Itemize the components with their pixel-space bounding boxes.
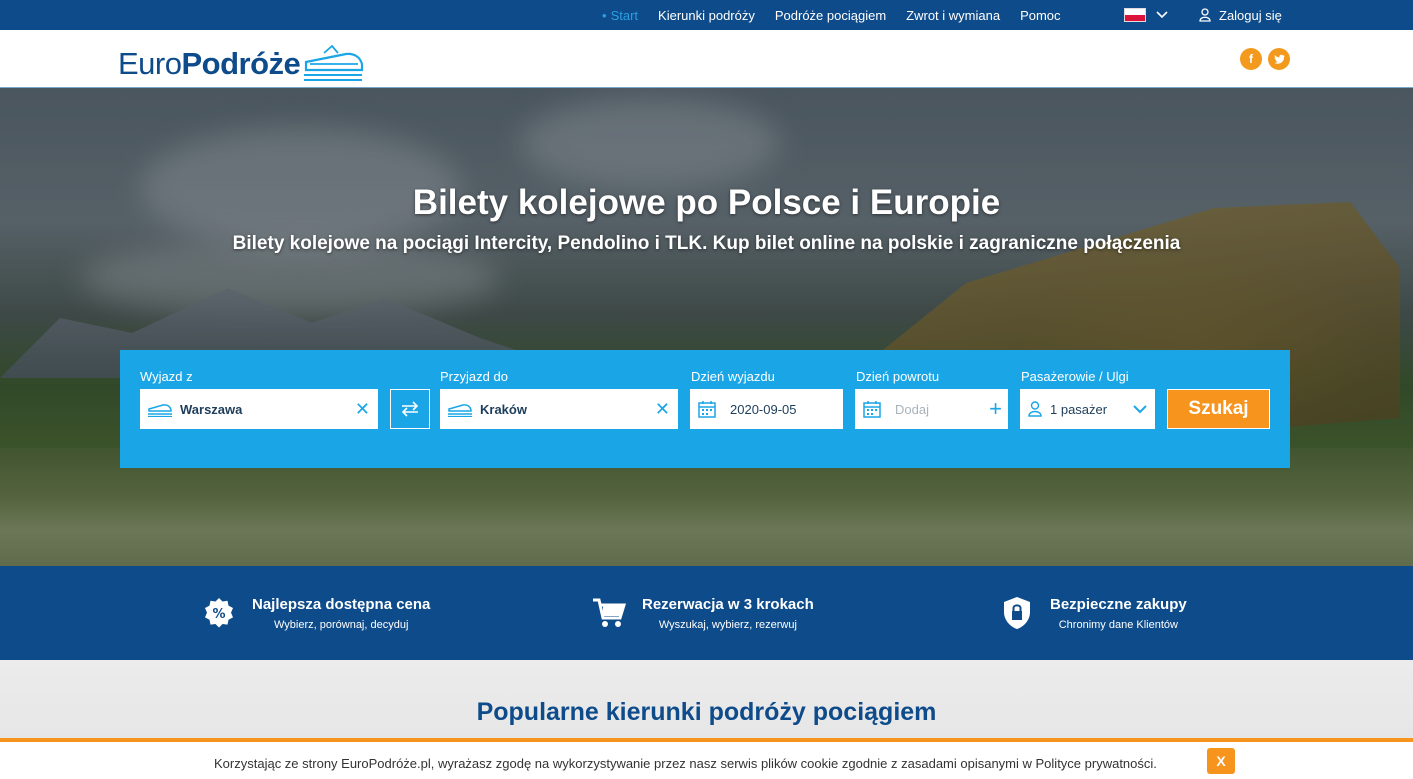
feature-title: Rezerwacja w 3 krokach	[642, 595, 814, 613]
chevron-down-icon	[1133, 404, 1147, 414]
from-field[interactable]: Warszawa ✕	[140, 389, 378, 429]
user-icon	[1028, 401, 1042, 417]
svg-text:%: %	[212, 607, 225, 622]
top-nav: Start Kierunki podróży Podróże pociągiem…	[602, 0, 1081, 30]
shield-lock-icon	[998, 594, 1036, 632]
site-logo[interactable]: Euro Podróże	[118, 44, 364, 82]
feature-3-steps: Rezerwacja w 3 krokach Wyszukaj, wybierz…	[590, 566, 814, 660]
calendar-icon	[698, 400, 716, 418]
calendar-icon	[863, 400, 881, 418]
feature-subtitle: Chronimy dane Klientów	[1058, 618, 1178, 631]
nav-pomoc[interactable]: Pomoc	[1020, 8, 1060, 23]
swap-stations-button[interactable]	[390, 389, 430, 429]
depart-date-value: 2020-09-05	[730, 401, 797, 417]
user-icon	[1199, 8, 1211, 22]
chevron-down-icon[interactable]	[1155, 7, 1169, 24]
train-icon	[448, 401, 472, 417]
percent-badge-icon: %	[200, 594, 238, 632]
from-value: Warszawa	[180, 401, 243, 417]
to-field[interactable]: Kraków ✕	[440, 389, 678, 429]
train-icon	[148, 401, 172, 417]
depart-date-field[interactable]: 2020-09-05	[690, 389, 843, 429]
return-date-field[interactable]: Dodaj +	[855, 389, 1008, 429]
to-label: Przyjazd do	[440, 369, 508, 384]
cookie-text: Korzystając ze strony EuroPodróże.pl, wy…	[214, 756, 1157, 771]
hero-banner: Bilety kolejowe po Polsce i Europie Bile…	[0, 88, 1413, 566]
facebook-icon[interactable]: f	[1240, 48, 1262, 70]
site-header: Euro Podróże f	[0, 30, 1413, 88]
nav-podroze[interactable]: Podróże pociągiem	[775, 8, 886, 23]
swap-icon	[401, 401, 419, 417]
login-link[interactable]: Zaloguj się	[1199, 0, 1282, 30]
feature-title: Bezpieczne zakupy	[1050, 595, 1187, 613]
passengers-select[interactable]: 1 pasażer	[1020, 389, 1155, 429]
return-label: Dzień powrotu	[856, 369, 940, 384]
clear-to-icon[interactable]: ✕	[655, 399, 670, 420]
language-flag-pl[interactable]	[1124, 8, 1146, 22]
logo-text-podroze: Podróże	[181, 46, 301, 81]
nav-start[interactable]: Start	[602, 8, 638, 23]
cookie-close-button[interactable]: X	[1207, 748, 1235, 774]
popular-title: Popularne kierunki podróży pociągiem	[476, 698, 937, 726]
search-panel: Wyjazd z Warszawa ✕ Przyjazd do Kraków ✕…	[120, 350, 1290, 468]
from-label: Wyjazd z	[140, 369, 193, 384]
search-button[interactable]: Szukaj	[1167, 389, 1270, 429]
clear-from-icon[interactable]: ✕	[355, 399, 370, 420]
features-band: % Najlepsza dostępna cena Wybierz, porów…	[0, 566, 1413, 660]
cart-icon	[590, 594, 628, 632]
passengers-label: Pasażerowie / Ulgi	[1021, 369, 1129, 384]
add-return-icon[interactable]: +	[989, 396, 1002, 422]
login-label: Zaloguj się	[1219, 7, 1282, 23]
passengers-value: 1 pasażer	[1050, 401, 1108, 417]
nav-kierunki[interactable]: Kierunki podróży	[658, 8, 755, 23]
twitter-icon[interactable]	[1268, 48, 1290, 70]
hero-title: Bilety kolejowe po Polsce i Europie	[412, 183, 1001, 222]
feature-secure: Bezpieczne zakupy Chronimy dane Klientów	[998, 566, 1187, 660]
nav-zwrot[interactable]: Zwrot i wymiana	[906, 8, 1000, 23]
return-date-placeholder: Dodaj	[895, 401, 929, 417]
to-value: Kraków	[480, 401, 527, 417]
hero-subtitle: Bilety kolejowe na pociągi Intercity, Pe…	[232, 233, 1181, 254]
feature-subtitle: Wyszukaj, wybierz, rezerwuj	[658, 618, 797, 631]
depart-label: Dzień wyjazdu	[691, 369, 775, 384]
train-logo-icon	[304, 44, 364, 81]
cookie-bar: Korzystając ze strony EuroPodróże.pl, wy…	[0, 738, 1413, 779]
logo-text-euro: Euro	[118, 46, 182, 81]
feature-title: Najlepsza dostępna cena	[252, 595, 431, 613]
top-bar: Start Kierunki podróży Podróże pociągiem…	[0, 0, 1413, 30]
feature-best-price: % Najlepsza dostępna cena Wybierz, porów…	[200, 566, 430, 660]
feature-subtitle: Wybierz, porównaj, decyduj	[274, 618, 409, 631]
